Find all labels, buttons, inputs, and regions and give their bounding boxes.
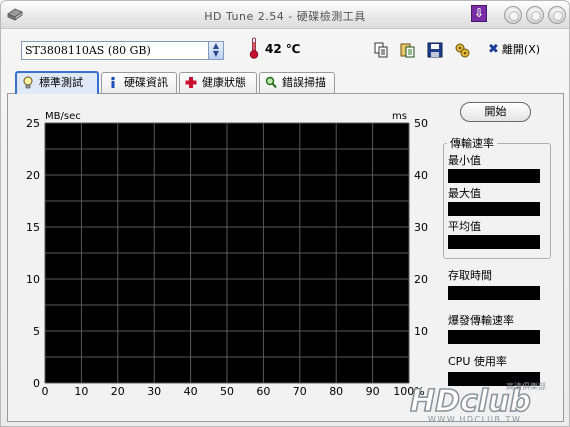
x-tick-label: 50	[220, 385, 234, 398]
hdclub-watermark-logo: HDclub 高清俱樂部 WWW.HDCLUB.TW	[409, 381, 546, 424]
y-tick-label-left: 5	[33, 325, 40, 338]
max-label: 最大值	[448, 187, 481, 200]
burst-rate-label: 爆發傳輸速率	[448, 314, 514, 327]
y-axis-label-left: MB/sec	[45, 111, 81, 122]
max-value	[448, 202, 540, 216]
avg-value	[448, 235, 540, 249]
access-time-value	[448, 286, 540, 300]
y-axis-label-right: ms	[392, 111, 407, 122]
x-tick-label: 90	[366, 385, 380, 398]
min-label: 最小值	[448, 154, 481, 167]
avg-label: 平均值	[448, 220, 481, 233]
y-tick-label-left: 15	[26, 221, 40, 234]
app-window: HD Tune 2.54 - 硬碟檢測工具 ⇩ ST3808110AS (80 …	[0, 0, 570, 427]
y-tick-label-right: 20	[414, 273, 428, 286]
watermark-subtitle: 高清俱樂部	[506, 381, 546, 391]
y-tick-label-right: 40	[414, 169, 428, 182]
y-tick-label-left: 20	[26, 169, 40, 182]
x-tick-label: 20	[111, 385, 125, 398]
x-tick-label: 10	[74, 385, 88, 398]
min-value	[448, 169, 540, 183]
y-tick-label-left: 25	[26, 117, 40, 130]
y-tick-label-right: 30	[414, 221, 428, 234]
x-tick-label: 80	[329, 385, 343, 398]
x-tick-label: 0	[42, 385, 49, 398]
x-tick-label: 70	[293, 385, 307, 398]
start-button[interactable]: 開始	[460, 102, 531, 122]
y-tick-label-left: 0	[33, 377, 40, 390]
y-tick-label-right: 50	[414, 117, 428, 130]
transfer-rate-title: 傳輸速率	[447, 135, 497, 151]
cpu-usage-label: CPU 使用率	[448, 355, 507, 368]
access-time-label: 存取時間	[448, 269, 492, 282]
watermark-url: WWW.HDCLUB.TW	[428, 415, 521, 424]
x-tick-label: 30	[147, 385, 161, 398]
burst-rate-value	[448, 330, 540, 344]
y-tick-label-right: 10	[414, 325, 428, 338]
x-tick-label: 40	[184, 385, 198, 398]
y-tick-label-left: 10	[26, 273, 40, 286]
x-tick-label: 60	[256, 385, 270, 398]
